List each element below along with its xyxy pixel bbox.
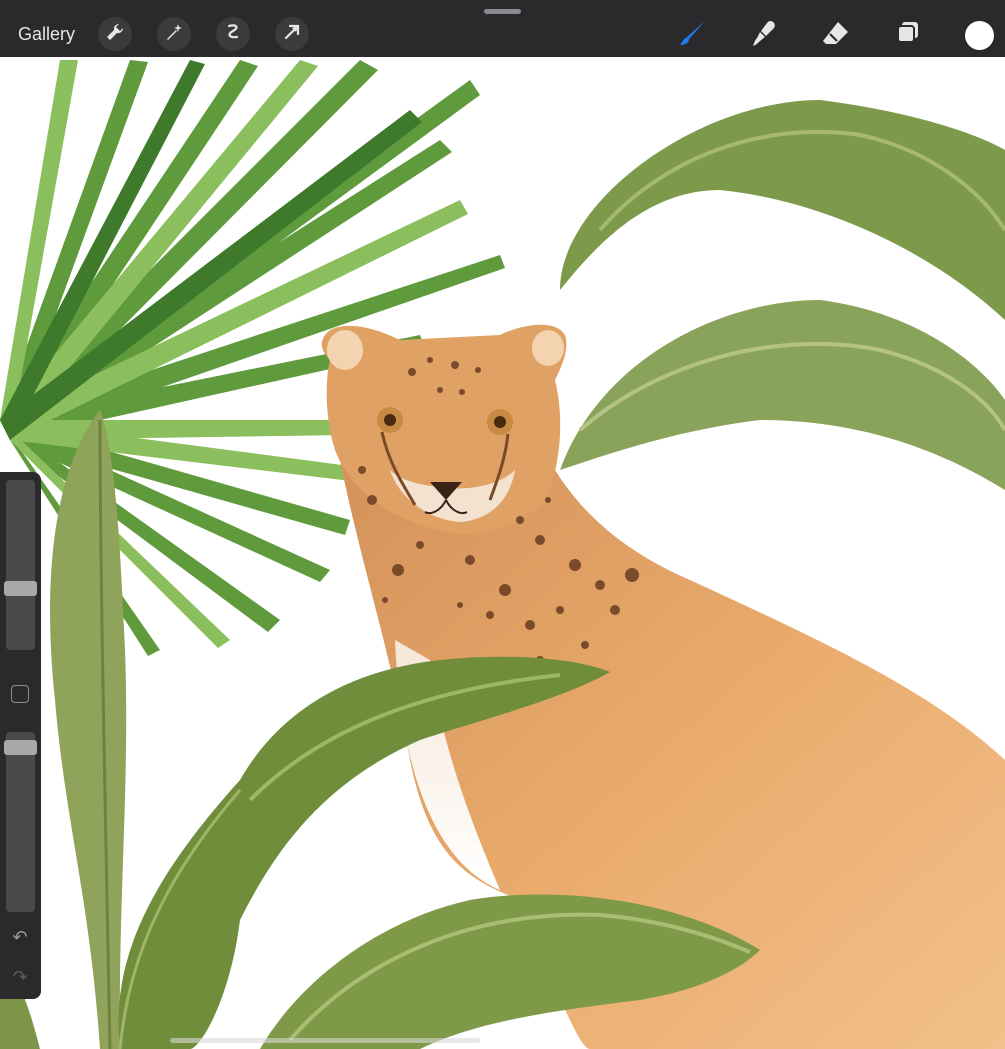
sidebar: ↶ ↷: [0, 472, 41, 999]
layers-icon: [892, 17, 924, 54]
eraser-icon: [820, 17, 852, 54]
home-indicator: [170, 1038, 480, 1043]
magic-wand-icon: [164, 22, 184, 47]
gallery-button[interactable]: Gallery: [18, 24, 75, 44]
adjustments-button[interactable]: [157, 17, 191, 51]
brush-size-slider[interactable]: [4, 480, 37, 650]
undo-button[interactable]: ↶: [9, 926, 31, 948]
undo-icon: ↶: [12, 927, 28, 947]
color-swatch[interactable]: [965, 21, 994, 50]
brush-size-thumb[interactable]: [4, 581, 37, 596]
layers-button[interactable]: [891, 18, 925, 52]
brush-icon: [677, 17, 709, 54]
actions-button[interactable]: [98, 17, 132, 51]
redo-button[interactable]: ↷: [9, 966, 31, 988]
redo-icon: ↷: [12, 967, 28, 987]
opacity-thumb[interactable]: [4, 740, 37, 755]
banana-leaf: [560, 100, 1005, 490]
smudge-icon: [748, 17, 780, 54]
wrench-icon: [105, 22, 125, 47]
top-toolbar: Gallery: [0, 0, 1005, 57]
opacity-slider[interactable]: [4, 732, 37, 912]
eraser-button[interactable]: [819, 18, 853, 52]
transform-arrow-icon: [282, 22, 302, 47]
brush-button[interactable]: [676, 18, 710, 52]
toolbar-grabber[interactable]: [484, 9, 521, 14]
selection-icon: [223, 22, 243, 47]
modify-button[interactable]: [11, 685, 29, 703]
artwork: [0, 60, 1005, 1049]
selection-button[interactable]: [216, 17, 250, 51]
drawing-canvas[interactable]: [0, 57, 1005, 1049]
smudge-button[interactable]: [747, 18, 781, 52]
transform-button[interactable]: [275, 17, 309, 51]
